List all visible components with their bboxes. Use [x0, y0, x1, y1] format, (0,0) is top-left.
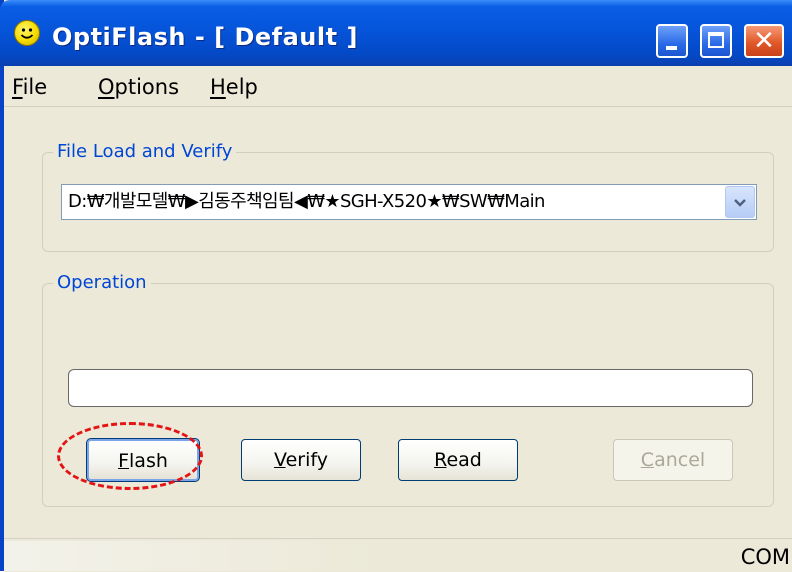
close-button[interactable]: ✕ — [744, 24, 784, 58]
operation-group: Operation Flash Verify Read Cancel — [42, 272, 774, 507]
status-text: COM — [740, 545, 790, 569]
flash-progress-bar — [68, 369, 753, 407]
operation-label: Operation — [53, 272, 151, 294]
minimize-button[interactable] — [656, 24, 688, 58]
status-panel — [4, 541, 384, 571]
close-icon: ✕ — [753, 26, 775, 56]
smiley-icon[interactable] — [14, 20, 40, 46]
file-load-verify-label: File Load and Verify — [53, 141, 237, 163]
menu-options[interactable]: Options — [98, 74, 179, 100]
status-bar: COM — [4, 538, 792, 572]
app-window: OptiFlash - [ Default ] ✕ File Options H… — [0, 0, 792, 572]
combo-dropdown-button[interactable] — [725, 186, 755, 218]
chevron-down-icon — [734, 199, 746, 207]
flash-button[interactable]: Flash — [86, 438, 200, 482]
menu-help[interactable]: Help — [210, 74, 258, 100]
file-path-value: D:₩개발모델₩▶김동주책임팀◀₩★SGH-X520★₩SW₩Main — [68, 191, 545, 212]
file-path-combo[interactable]: D:₩개발모델₩▶김동주책임팀◀₩★SGH-X520★₩SW₩Main — [61, 184, 757, 220]
minimize-icon — [666, 46, 677, 50]
cancel-button[interactable]: Cancel — [613, 439, 733, 481]
title-bar[interactable]: OptiFlash - [ Default ] ✕ — [0, 0, 792, 66]
maximize-icon — [708, 32, 724, 48]
verify-button[interactable]: Verify — [241, 439, 361, 481]
read-button[interactable]: Read — [398, 439, 518, 481]
menu-bar: File Options Help — [4, 66, 792, 107]
window-title: OptiFlash - [ Default ] — [52, 23, 358, 51]
menu-file[interactable]: File — [12, 74, 47, 100]
maximize-button[interactable] — [700, 24, 732, 58]
file-load-verify-group: File Load and Verify D:₩개발모델₩▶김동주책임팀◀₩★S… — [42, 141, 774, 252]
